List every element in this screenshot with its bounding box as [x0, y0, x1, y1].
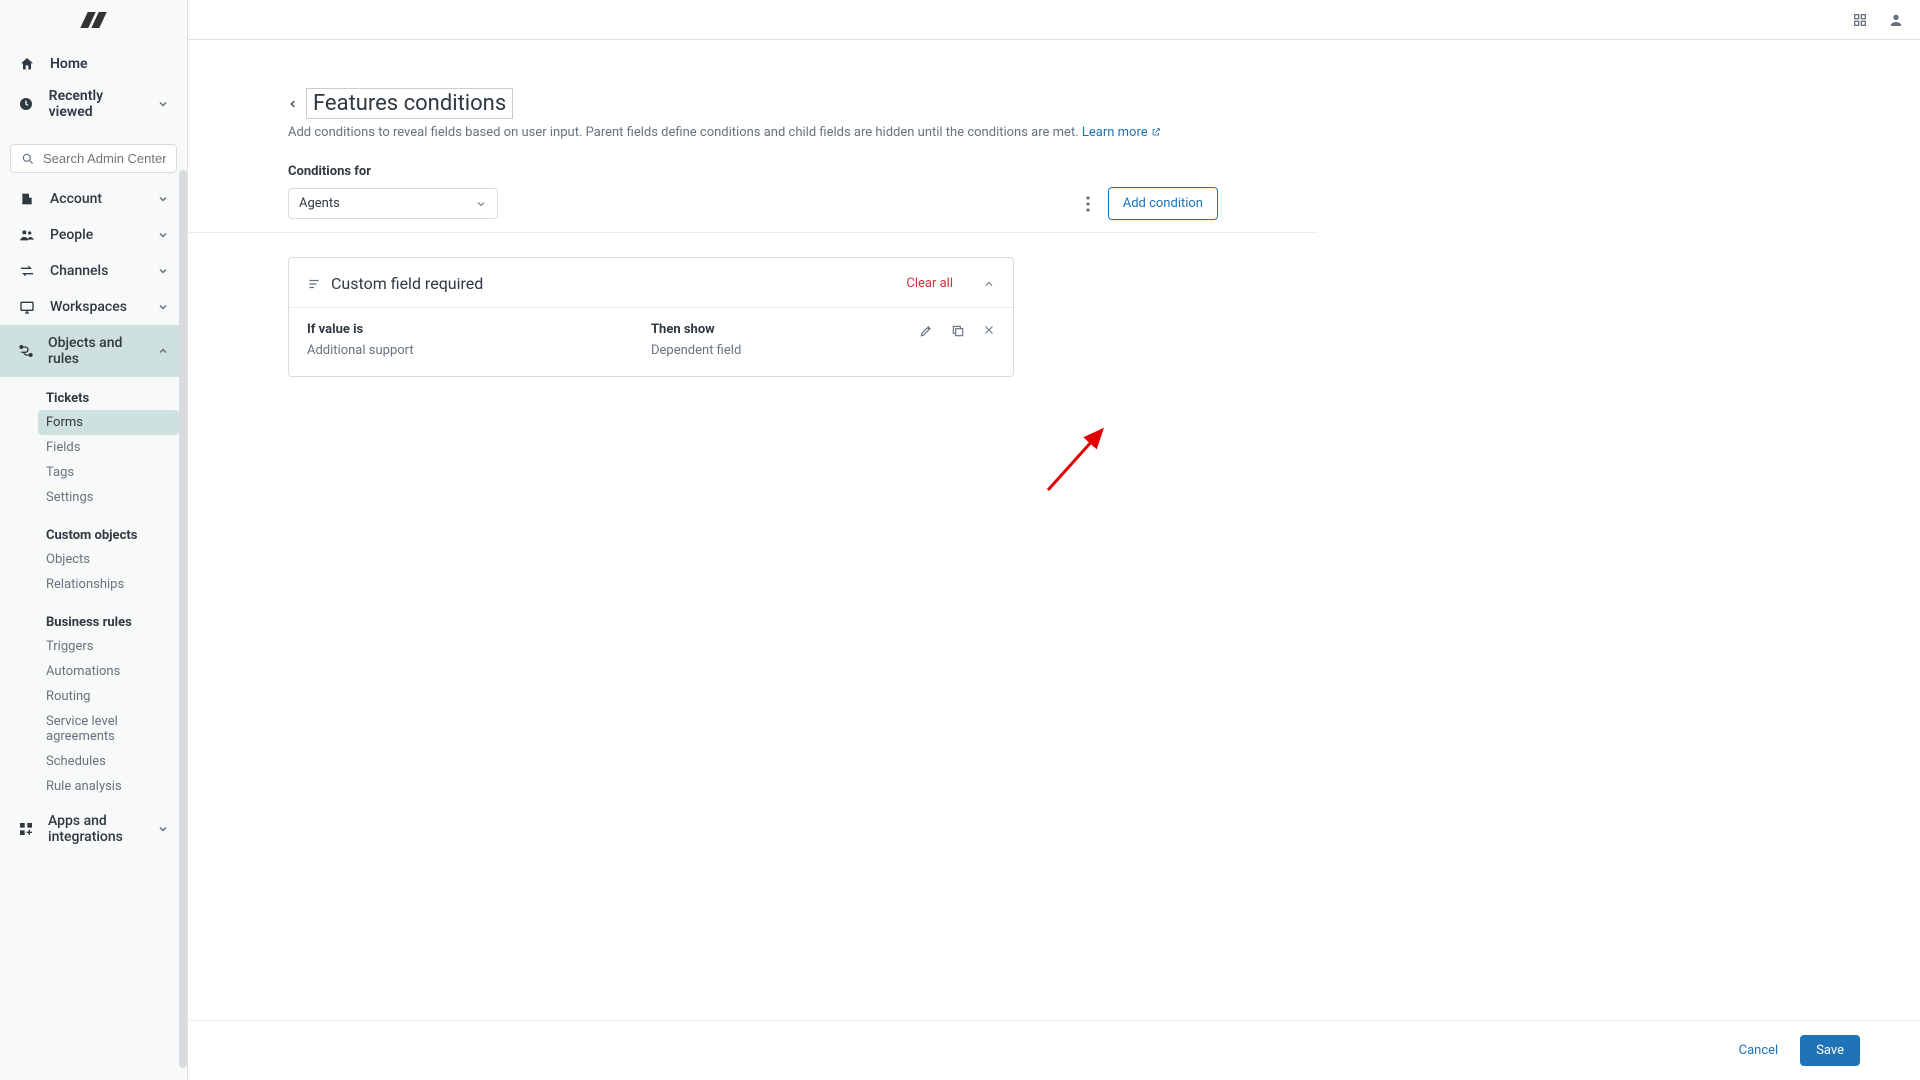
zendesk-logo-icon	[84, 12, 104, 28]
section-label: Channels	[50, 263, 108, 279]
section-label: Workspaces	[50, 299, 127, 315]
topbar	[188, 0, 1920, 40]
sub-item-objects[interactable]: Objects	[38, 547, 179, 572]
edit-icon[interactable]	[919, 324, 933, 338]
save-button[interactable]: Save	[1800, 1035, 1860, 1066]
conditions-for-dropdown[interactable]: Agents	[288, 188, 498, 219]
sidebar-section-channels[interactable]: Channels	[0, 253, 187, 289]
then-show-value: Dependent field	[651, 343, 995, 358]
subgroup-header: Tickets	[46, 381, 187, 410]
channels-icon	[18, 263, 36, 279]
sub-item-settings[interactable]: Settings	[38, 485, 179, 510]
sidebar-recent[interactable]: Recently viewed	[0, 80, 187, 128]
user-icon[interactable]	[1888, 12, 1904, 28]
sub-item-relationships[interactable]: Relationships	[38, 572, 179, 597]
close-icon[interactable]	[983, 324, 995, 338]
add-condition-button[interactable]: Add condition	[1108, 187, 1218, 220]
sub-item-schedules[interactable]: Schedules	[38, 749, 179, 774]
sub-item-triggers[interactable]: Triggers	[38, 634, 179, 659]
if-value: Additional support	[307, 343, 651, 358]
building-icon	[18, 191, 36, 207]
section-label: Account	[50, 191, 102, 207]
subgroup-tickets: Tickets Forms Fields Tags Settings	[0, 377, 187, 514]
cancel-button[interactable]: Cancel	[1735, 1035, 1783, 1066]
sidebar-section-people[interactable]: People	[0, 217, 187, 253]
chevron-down-icon	[157, 229, 169, 241]
page-description: Add conditions to reveal fields based on…	[288, 125, 1218, 140]
main: Features conditions Add conditions to re…	[188, 0, 1920, 1080]
workspace-icon	[18, 299, 36, 315]
learn-more-text: Learn more	[1082, 125, 1148, 140]
chevron-up-icon[interactable]	[983, 278, 995, 290]
chevron-down-icon	[157, 98, 169, 110]
back-icon[interactable]	[288, 97, 298, 111]
sub-item-routing[interactable]: Routing	[38, 684, 179, 709]
chevron-up-icon	[157, 345, 169, 357]
search-input-wrap[interactable]	[10, 144, 177, 173]
home-icon	[18, 56, 36, 72]
chevron-down-icon	[157, 823, 169, 835]
chevron-down-icon	[157, 193, 169, 205]
logo-area	[0, 0, 187, 40]
overflow-menu-icon[interactable]	[1080, 190, 1096, 218]
section-label: Objects and rules	[48, 335, 143, 367]
flow-icon	[18, 343, 34, 359]
chevron-down-icon	[475, 198, 487, 210]
learn-more-link[interactable]: Learn more	[1082, 125, 1161, 140]
section-label: Apps and integrations	[48, 813, 143, 845]
clock-icon	[18, 96, 35, 112]
sidebar: Home Recently viewed Account	[0, 0, 188, 1080]
sub-item-sla[interactable]: Service level agreements	[38, 709, 179, 749]
sub-item-tags[interactable]: Tags	[38, 460, 179, 485]
sidebar-home-label: Home	[50, 56, 88, 72]
sub-item-automations[interactable]: Automations	[38, 659, 179, 684]
content-scroll[interactable]: Features conditions Add conditions to re…	[188, 40, 1920, 1080]
desc-text: Add conditions to reveal fields based on…	[288, 125, 1082, 140]
subgroup-custom-objects: Custom objects Objects Relationships	[0, 514, 187, 601]
subgroup-business-rules: Business rules Triggers Automations Rout…	[0, 601, 187, 803]
sidebar-section-workspaces[interactable]: Workspaces	[0, 289, 187, 325]
footer: Cancel Save	[188, 1020, 1920, 1080]
sidebar-section-objects-rules[interactable]: Objects and rules	[0, 325, 187, 377]
section-label: People	[50, 227, 93, 243]
subgroup-header: Business rules	[46, 605, 187, 634]
card-title: Custom field required	[331, 274, 483, 293]
copy-icon[interactable]	[951, 324, 965, 338]
apps-icon	[18, 821, 34, 837]
apps-grid-icon[interactable]	[1852, 12, 1868, 28]
divider	[188, 232, 1318, 233]
condition-card: Custom field required Clear all If value…	[288, 257, 1014, 377]
search-input[interactable]	[43, 151, 166, 166]
sidebar-home[interactable]: Home	[0, 48, 187, 80]
sub-item-fields[interactable]: Fields	[38, 435, 179, 460]
page-title: Features conditions	[306, 88, 513, 119]
chevron-down-icon	[157, 301, 169, 313]
subgroup-header: Custom objects	[46, 518, 187, 547]
sub-item-forms[interactable]: Forms	[38, 410, 179, 435]
search-icon	[21, 152, 35, 166]
dropdown-value: Agents	[299, 196, 340, 211]
sidebar-section-account[interactable]: Account	[0, 181, 187, 217]
sub-item-rule-analysis[interactable]: Rule analysis	[38, 774, 179, 799]
sidebar-recent-label: Recently viewed	[49, 88, 143, 120]
chevron-down-icon	[157, 265, 169, 277]
sidebar-section-apps[interactable]: Apps and integrations	[0, 803, 187, 855]
clear-all-link[interactable]: Clear all	[906, 276, 953, 291]
conditions-for-label: Conditions for	[288, 164, 1218, 179]
list-icon	[307, 277, 321, 291]
annotation-arrow	[1040, 418, 1120, 498]
people-icon	[18, 227, 36, 243]
if-value-label: If value is	[307, 322, 651, 337]
